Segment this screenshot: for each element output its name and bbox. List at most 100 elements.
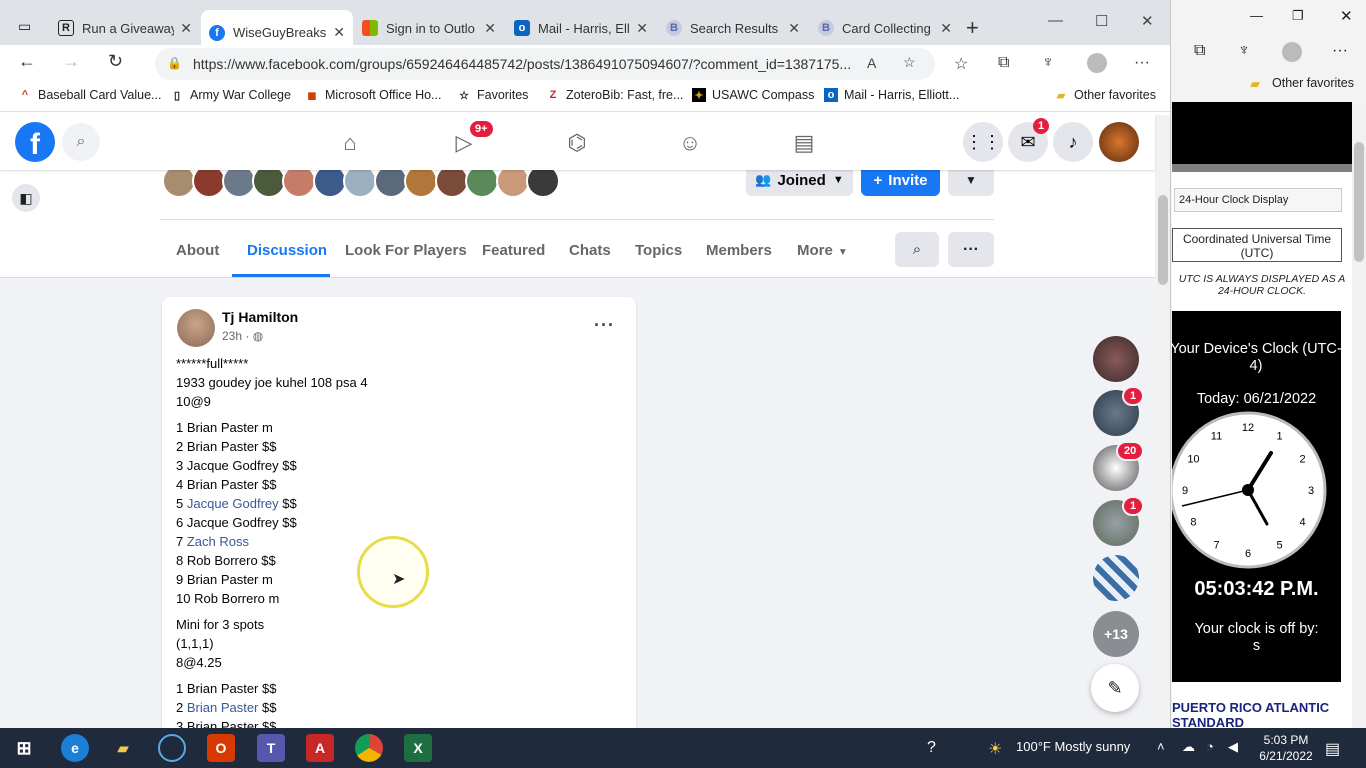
refresh-icon[interactable]: ↻ bbox=[108, 51, 123, 72]
post-author[interactable]: Tj Hamilton bbox=[222, 309, 298, 325]
minimize-icon[interactable]: — bbox=[1048, 12, 1063, 29]
scrollbar-thumb[interactable] bbox=[1354, 142, 1364, 262]
avatar[interactable] bbox=[496, 170, 530, 198]
tab-discussion[interactable]: Discussion bbox=[247, 242, 327, 259]
avatar[interactable] bbox=[343, 170, 377, 198]
close-icon[interactable]: ✕ bbox=[636, 20, 648, 37]
profile-icon[interactable] bbox=[1087, 53, 1107, 73]
search-icon[interactable]: ⌕ bbox=[62, 123, 100, 161]
read-aloud-icon[interactable]: A bbox=[867, 55, 876, 71]
teams-icon[interactable]: T bbox=[257, 734, 285, 762]
tab-sign-in-outlook[interactable]: Sign in to Outlo ✕ bbox=[354, 10, 504, 46]
avatar[interactable] bbox=[222, 170, 256, 198]
extension-icon[interactable]: ♆ bbox=[1238, 42, 1250, 60]
windows-start-icon[interactable]: ⊞ bbox=[10, 734, 38, 762]
avatar[interactable] bbox=[435, 170, 469, 198]
joined-button[interactable]: 👥 Joined ▼ bbox=[746, 170, 853, 196]
menu-grid-icon[interactable]: ⋮⋮ bbox=[963, 122, 1003, 162]
utc-button[interactable]: Coordinated Universal Time (UTC) bbox=[1172, 228, 1342, 262]
collections-icon[interactable]: ⧉ bbox=[1194, 42, 1205, 60]
acrobat-icon[interactable]: A bbox=[306, 734, 334, 762]
url-field[interactable]: 🔒 https://www.facebook.com/groups/659246… bbox=[155, 48, 935, 80]
close-icon[interactable]: ✕ bbox=[333, 24, 345, 41]
forward-icon[interactable]: → bbox=[62, 51, 80, 72]
close-icon[interactable]: ✕ bbox=[940, 20, 952, 37]
notifications-icon[interactable]: ▤ bbox=[1325, 739, 1340, 759]
bookmark-item[interactable]: ▯ Army War College bbox=[170, 88, 291, 102]
bookmark-item[interactable]: ☆ Favorites bbox=[457, 88, 528, 102]
wifi-icon[interactable]: ◔ bbox=[1206, 739, 1214, 754]
tab-actions-icon[interactable]: ▭ bbox=[18, 18, 31, 35]
bookmark-other-favorites[interactable]: Other favorites bbox=[1272, 76, 1354, 90]
invite-button[interactable]: + Invite bbox=[861, 170, 940, 196]
mention-link[interactable]: Zach Ross bbox=[187, 534, 249, 549]
close-window-icon[interactable]: ✕ bbox=[1141, 12, 1154, 30]
more-contacts-button[interactable]: +13 bbox=[1093, 611, 1139, 657]
close-icon[interactable]: ✕ bbox=[484, 20, 496, 37]
maximize-icon[interactable]: ☐ bbox=[1095, 12, 1108, 30]
profile-icon[interactable] bbox=[1282, 42, 1302, 62]
office-icon[interactable]: O bbox=[207, 734, 235, 762]
tab-members[interactable]: Members bbox=[706, 242, 772, 259]
collections-icon[interactable]: ⧉ bbox=[998, 54, 1009, 72]
home-icon[interactable]: ⌂ bbox=[330, 127, 370, 159]
group-options-button[interactable]: ··· bbox=[948, 232, 994, 267]
group-search-button[interactable]: ⌕ bbox=[895, 232, 939, 267]
avatar[interactable] bbox=[404, 170, 438, 198]
settings-menu-icon[interactable]: ··· bbox=[1332, 42, 1348, 60]
chat-avatar[interactable] bbox=[1093, 555, 1139, 601]
tab-chats[interactable]: Chats bbox=[569, 242, 611, 259]
post-menu-icon[interactable]: ··· bbox=[594, 315, 615, 336]
extension-icon[interactable]: ♆ bbox=[1042, 54, 1054, 72]
chat-avatar[interactable] bbox=[1093, 336, 1139, 382]
tab-featured[interactable]: Featured bbox=[482, 242, 545, 259]
edge-icon[interactable]: e bbox=[61, 734, 89, 762]
tab-search-results[interactable]: B Search Results ✕ bbox=[658, 10, 808, 46]
close-icon[interactable]: ✕ bbox=[180, 20, 192, 37]
settings-menu-icon[interactable]: ··· bbox=[1134, 54, 1150, 72]
favorites-icon[interactable]: ☆ bbox=[954, 54, 968, 74]
page-scrollbar[interactable] bbox=[1155, 115, 1170, 728]
more-dropdown-button[interactable]: ▼ bbox=[948, 170, 994, 196]
mention-link[interactable]: Brian Paster bbox=[187, 700, 259, 715]
help-icon[interactable]: ? bbox=[927, 739, 936, 757]
add-favorite-icon[interactable]: ☆ bbox=[903, 54, 916, 71]
bookmark-item[interactable]: Z ZoteroBib: Fast, fre... bbox=[546, 88, 684, 102]
minimize-icon[interactable]: — bbox=[1250, 8, 1263, 23]
onedrive-icon[interactable]: ☁ bbox=[1182, 739, 1195, 755]
bookmark-item[interactable]: ✦ USAWC Compass bbox=[692, 88, 814, 102]
avatar[interactable] bbox=[252, 170, 286, 198]
post-timestamp[interactable]: 23h · ◍ bbox=[222, 329, 263, 343]
close-window-icon[interactable]: ✕ bbox=[1340, 7, 1353, 25]
chrome-icon[interactable] bbox=[355, 734, 383, 762]
tab-run-a-giveaway[interactable]: R Run a Giveaway ✕ bbox=[50, 10, 200, 46]
avatar[interactable] bbox=[162, 170, 196, 198]
clock-tray[interactable]: 5:03 PM 6/21/2022 bbox=[1256, 732, 1316, 764]
avatar[interactable] bbox=[374, 170, 408, 198]
bookmark-item[interactable]: ^ Baseball Card Value... bbox=[18, 88, 162, 102]
bookmark-item[interactable]: o Mail - Harris, Elliott... bbox=[824, 88, 959, 102]
bookmark-other-favorites[interactable]: ▰ Other favorites bbox=[1054, 88, 1156, 102]
profile-avatar[interactable] bbox=[1099, 122, 1139, 162]
new-message-button[interactable]: ✎ bbox=[1091, 664, 1139, 712]
excel-icon[interactable]: X bbox=[404, 734, 432, 762]
avatar[interactable] bbox=[526, 170, 560, 198]
restore-icon[interactable]: ❐ bbox=[1292, 8, 1304, 24]
gaming-icon[interactable]: ▤ bbox=[784, 127, 824, 159]
clock-scrollbar[interactable] bbox=[1352, 102, 1366, 728]
volume-icon[interactable]: ◀ bbox=[1228, 739, 1238, 755]
tab-about[interactable]: About bbox=[176, 242, 219, 259]
new-tab-icon[interactable]: + bbox=[966, 15, 979, 41]
tab-more[interactable]: More ▼ bbox=[797, 242, 848, 259]
notifications-icon[interactable]: ♪ bbox=[1053, 122, 1093, 162]
mention-link[interactable]: Jacque Godfrey bbox=[187, 496, 279, 511]
back-icon[interactable]: ← bbox=[18, 51, 36, 72]
scrollbar-thumb[interactable] bbox=[1158, 195, 1168, 285]
facebook-logo-icon[interactable]: f bbox=[15, 122, 55, 162]
cortana-icon[interactable] bbox=[158, 734, 186, 762]
avatar[interactable] bbox=[192, 170, 226, 198]
tab-mail-harris[interactable]: o Mail - Harris, Ell ✕ bbox=[506, 10, 656, 46]
display-mode-button[interactable]: 24-Hour Clock Display bbox=[1174, 188, 1342, 212]
sidebar-toggle-icon[interactable]: ◧ bbox=[12, 184, 40, 212]
avatar[interactable] bbox=[177, 309, 215, 347]
